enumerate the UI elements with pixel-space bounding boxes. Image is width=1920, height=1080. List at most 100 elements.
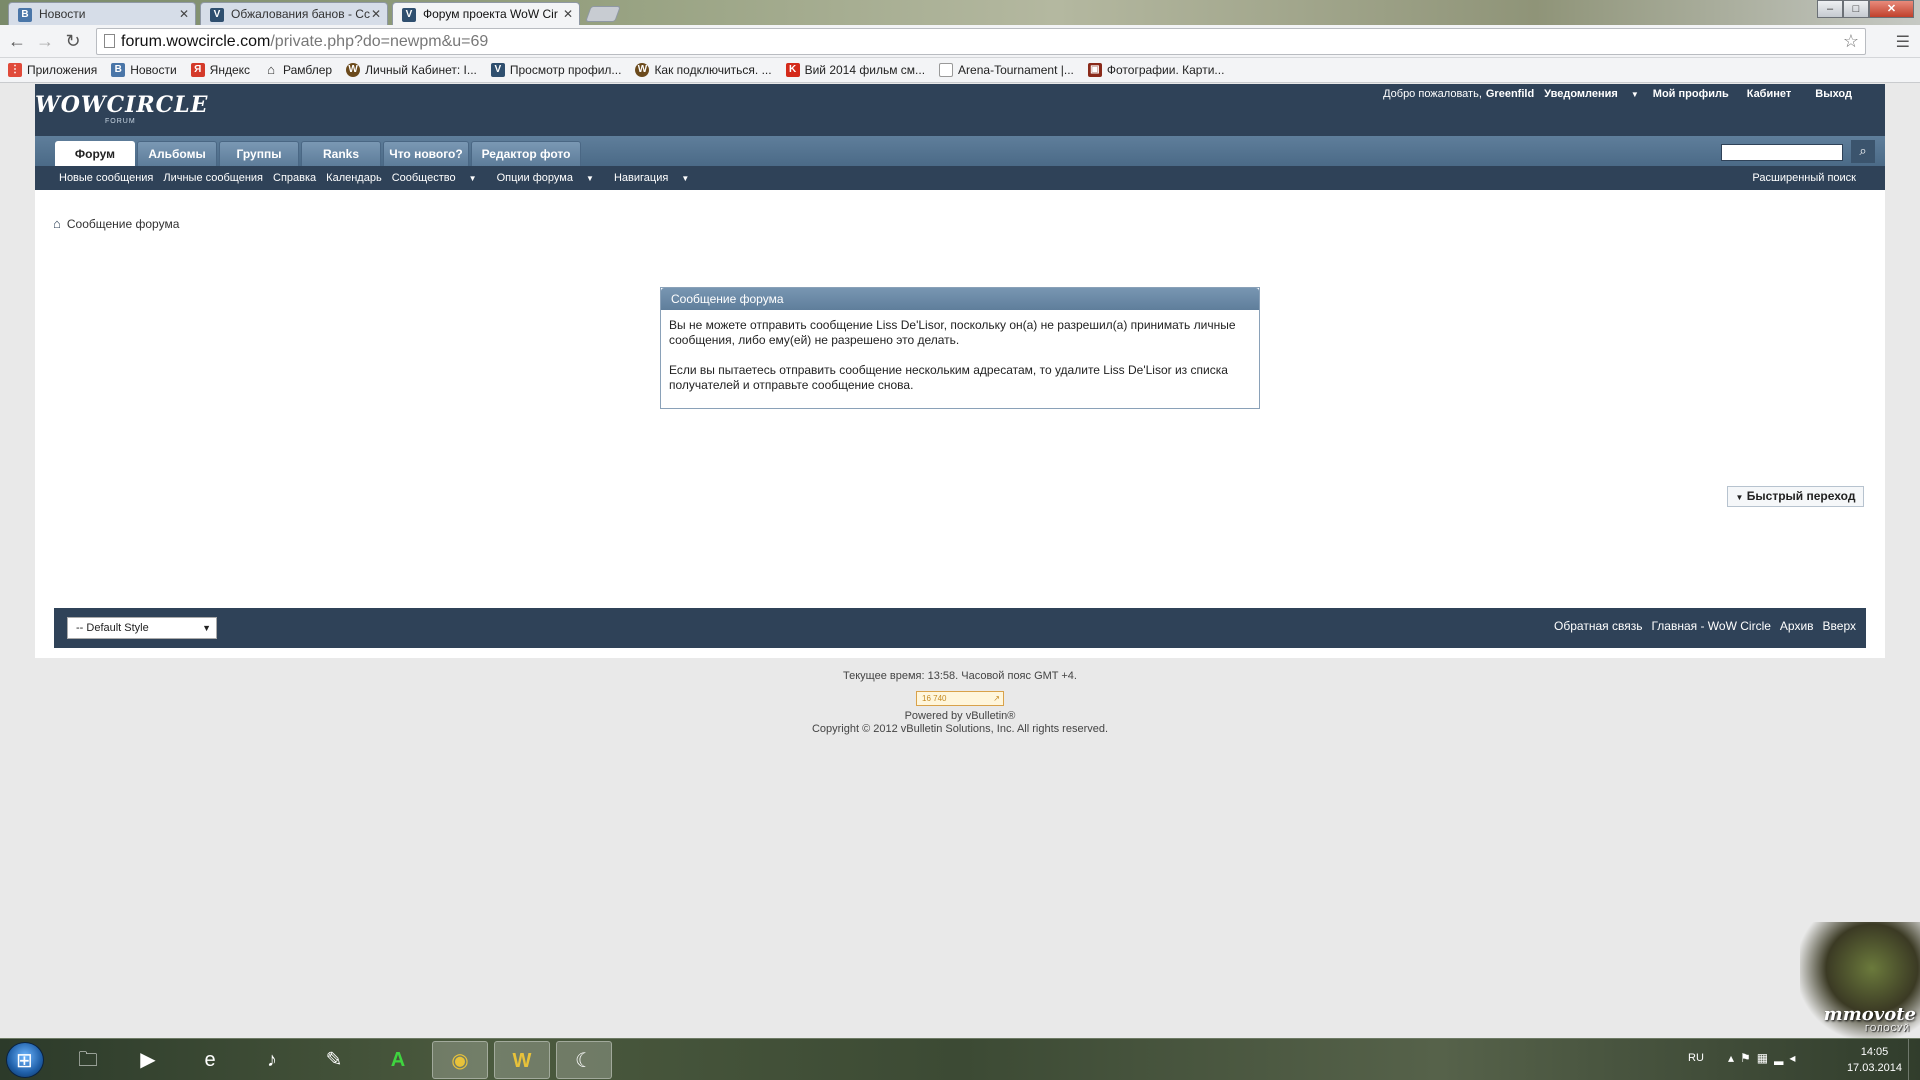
bookmark-yandex[interactable]: Я Яндекс <box>190 63 251 77</box>
tray-icons[interactable]: ▴⚑▦▂◂ <box>1728 1051 1801 1065</box>
powered-by-text: Powered by vBulletin® <box>904 710 1016 722</box>
caret-down-icon: ▼ <box>586 174 594 183</box>
caret-down-icon: ▼ <box>1630 90 1639 99</box>
new-tab-button[interactable] <box>585 6 621 22</box>
footer-top-link[interactable]: Вверх <box>1823 619 1856 633</box>
bookmark-apps[interactable]: ⋮ Приложения <box>8 63 97 77</box>
subnav-new-posts[interactable]: Новые сообщения <box>59 172 153 184</box>
tab-groups[interactable]: Группы <box>219 141 299 166</box>
username-link[interactable]: Greenfild <box>1486 88 1534 100</box>
counter-value: 16 740 <box>922 694 947 703</box>
forward-arrow-icon[interactable]: → <box>34 31 56 53</box>
mmovote-widget[interactable]: mmovote ГОЛОСУЙ <box>1800 922 1920 1038</box>
subnav-private-messages[interactable]: Личные сообщения <box>163 172 263 184</box>
reload-icon[interactable]: ↻ <box>62 31 84 53</box>
chrome-icon[interactable]: ◉ <box>432 1041 488 1079</box>
photo-icon: ▣ <box>1087 63 1102 77</box>
breadcrumb: ⌂ Сообщение форума <box>53 216 179 231</box>
tab-label: Форум проекта WoW Cir <box>423 7 558 21</box>
footer-home-link[interactable]: Главная - WoW Circle <box>1651 619 1770 633</box>
bookmark-label: Arena-Tournament |... <box>958 63 1074 77</box>
notifications-link[interactable]: Уведомления ▼ <box>1544 88 1639 100</box>
footer-archive-link[interactable]: Архив <box>1780 619 1814 633</box>
url-path: /private.php?do=newpm&u=69 <box>270 33 489 50</box>
quick-nav-button[interactable]: ▼ Быстрый переход <box>1727 486 1864 507</box>
search-icon[interactable]: ⌕ <box>1851 140 1875 163</box>
forum-search-input[interactable] <box>1721 144 1843 161</box>
bookmark-viy[interactable]: K Вий 2014 фильм см... <box>785 63 925 77</box>
forum-logo[interactable]: WOWCIRCLE <box>35 92 208 118</box>
subnav-calendar[interactable]: Календарь <box>326 172 382 184</box>
language-indicator[interactable]: RU <box>1688 1052 1704 1064</box>
subnav-navigation[interactable]: Навигация ▼ <box>614 172 699 184</box>
subnav-community[interactable]: Сообщество ▼ <box>392 172 487 184</box>
footer-feedback-link[interactable]: Обратная связь <box>1554 619 1642 633</box>
forum-logo-sub: FORUM <box>105 118 136 125</box>
tab-whats-new[interactable]: Что нового? <box>383 141 469 166</box>
forum-message-box: Сообщение форума Вы не можете отправить … <box>660 287 1260 409</box>
arrow-icon: ↗ <box>993 694 1000 703</box>
subnav-navigation-label: Навигация <box>613 172 669 184</box>
visit-counter-badge[interactable]: 16 740 ↗ <box>916 691 1004 706</box>
bookmark-label: Рамблер <box>283 63 333 77</box>
show-desktop-button[interactable] <box>1908 1039 1920 1080</box>
window-controls: – □ ✕ <box>1817 0 1914 18</box>
back-arrow-icon[interactable]: ← <box>6 31 28 53</box>
bookmark-label: Фотографии. Карти... <box>1106 63 1225 77</box>
caret-down-icon: ▼ <box>1735 493 1744 502</box>
url-text: forum.wowcircle.com/private.php?do=newpm… <box>121 33 488 51</box>
address-bar[interactable]: forum.wowcircle.com/private.php?do=newpm… <box>96 28 1866 55</box>
hamburger-menu-icon[interactable]: ☰ <box>1896 32 1910 52</box>
bookmark-label: Как подключиться. ... <box>654 63 772 77</box>
message-paragraph-2: Если вы пытаетесь отправить сообщение не… <box>669 363 1228 392</box>
wow-icon[interactable]: W <box>494 1041 550 1079</box>
close-tab-icon[interactable]: ✕ <box>179 3 189 25</box>
cabinet-link[interactable]: Кабинет <box>1747 88 1792 100</box>
bookmark-profile[interactable]: V Просмотр профил... <box>490 63 621 77</box>
browser-tab-news[interactable]: В Новости ✕ <box>8 2 196 25</box>
a-app-icon[interactable]: A <box>370 1041 426 1079</box>
logout-link[interactable]: Выход <box>1815 88 1852 100</box>
audio-icon[interactable]: ♪ <box>244 1041 300 1079</box>
browser-tab-forum[interactable]: V Форум проекта WoW Cir ✕ <box>392 2 580 25</box>
advanced-search-link[interactable]: Расширенный поиск <box>1752 172 1856 184</box>
bookmark-label: Новости <box>130 63 177 77</box>
close-tab-icon[interactable]: ✕ <box>563 3 573 25</box>
subnav-help[interactable]: Справка <box>273 172 316 184</box>
apps-grid-icon: ⋮ <box>8 63 22 77</box>
minimize-button[interactable]: – <box>1817 0 1843 18</box>
bookmark-news[interactable]: В Новости <box>111 63 177 77</box>
bookmark-connect[interactable]: W Как подключиться. ... <box>635 63 772 77</box>
my-profile-link[interactable]: Мой профиль <box>1653 88 1729 100</box>
tab-ranks[interactable]: Ranks <box>301 141 381 166</box>
bookmark-cabinet[interactable]: W Личный Кабинет: I... <box>346 63 477 77</box>
footer-links: Обратная связь Главная - WoW Circle Архи… <box>1545 619 1856 633</box>
explorer-icon[interactable]: 🗀 <box>60 1041 116 1079</box>
paint-icon[interactable]: ✎ <box>306 1041 362 1079</box>
tab-forum[interactable]: Форум <box>55 141 135 166</box>
close-window-button[interactable]: ✕ <box>1869 0 1914 18</box>
caret-down-icon: ▼ <box>202 623 211 633</box>
bookmark-star-icon[interactable]: ☆ <box>1843 31 1859 52</box>
tab-photo-editor[interactable]: Редактор фото <box>471 141 581 166</box>
clock[interactable]: 14:05 17.03.2014 <box>1847 1044 1902 1076</box>
bookmark-label: Приложения <box>27 63 98 77</box>
start-button[interactable] <box>6 1042 44 1078</box>
close-tab-icon[interactable]: ✕ <box>371 3 381 25</box>
bookmark-label: Яндекс <box>209 63 251 77</box>
bookmark-rambler[interactable]: ⌂ Рамблер <box>264 63 333 78</box>
launcher-icon[interactable]: ☾ <box>556 1041 612 1079</box>
internet-explorer-icon[interactable]: e <box>182 1041 238 1079</box>
style-select-value: -- Default Style <box>76 622 149 634</box>
subnav-forum-options[interactable]: Опции форума ▼ <box>497 172 604 184</box>
top-links: Добро пожаловать, Greenfild Уведомления … <box>1373 88 1852 100</box>
home-icon[interactable]: ⌂ <box>53 216 61 231</box>
media-player-icon[interactable]: ▶ <box>120 1041 176 1079</box>
tab-albums[interactable]: Альбомы <box>137 141 217 166</box>
bookmark-arena[interactable]: Arena-Tournament |... <box>939 63 1074 77</box>
style-select[interactable]: -- Default Style ▼ <box>67 617 217 639</box>
maximize-button[interactable]: □ <box>1843 0 1869 18</box>
browser-tab-appeals[interactable]: V Обжалования банов - Cc ✕ <box>200 2 388 25</box>
bookmark-photos[interactable]: ▣ Фотографии. Карти... <box>1087 63 1225 77</box>
notifications-label: Уведомления <box>1544 88 1618 100</box>
